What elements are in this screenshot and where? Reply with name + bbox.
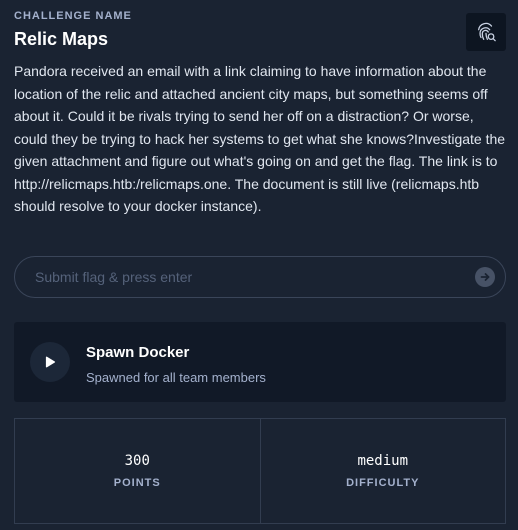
fingerprint-search-icon	[478, 22, 496, 42]
challenge-stats: 300 POINTS medium DIFFICULTY	[14, 418, 506, 524]
spawn-docker-button[interactable]	[30, 342, 70, 382]
spawn-docker-card: Spawn Docker Spawned for all team member…	[14, 322, 506, 402]
challenge-title: Relic Maps	[14, 29, 109, 49]
spawn-docker-title: Spawn Docker	[86, 344, 190, 361]
fingerprint-button[interactable]	[466, 13, 506, 51]
play-icon	[45, 356, 56, 368]
section-label: CHALLENGE NAME	[14, 10, 132, 22]
spawn-docker-subtitle: Spawned for all team members	[86, 370, 266, 385]
arrow-right-circle-icon	[480, 273, 490, 281]
points-label: POINTS	[113, 477, 161, 489]
difficulty-label: DIFFICULTY	[346, 477, 420, 489]
difficulty-value: medium	[357, 453, 409, 469]
flag-input-container	[14, 256, 506, 298]
flag-input[interactable]	[15, 257, 505, 297]
points-stat: 300 POINTS	[15, 419, 260, 523]
challenge-description: Pandora received an email with a link cl…	[14, 63, 506, 214]
difficulty-stat: medium DIFFICULTY	[259, 419, 506, 523]
points-value: 300	[124, 453, 150, 469]
submit-flag-button[interactable]	[475, 267, 495, 287]
